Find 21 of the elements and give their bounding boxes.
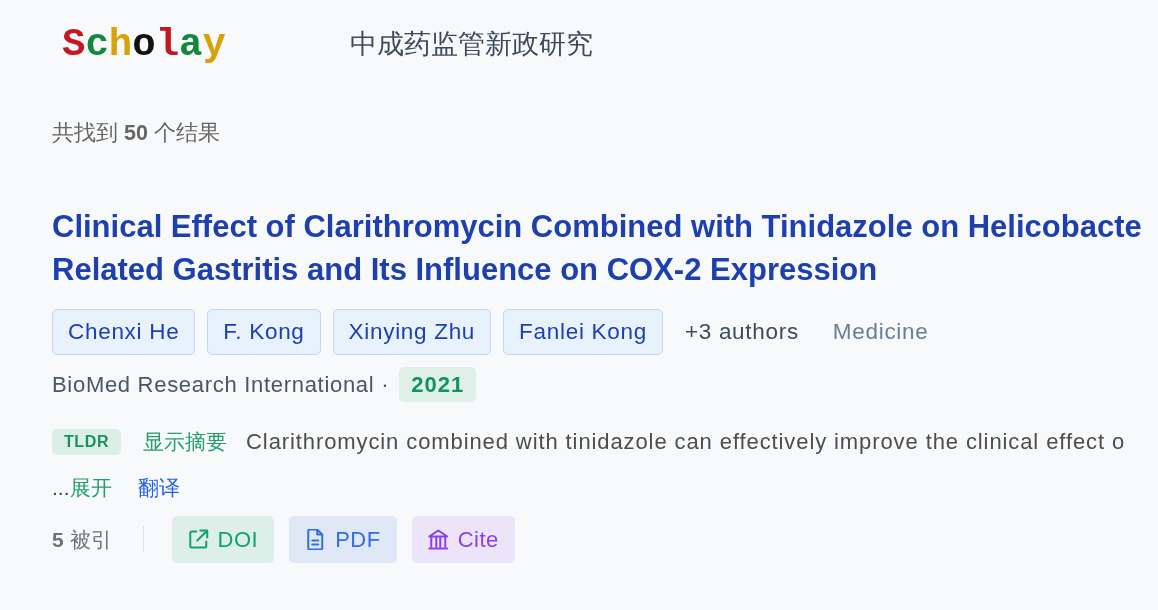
pdf-button[interactable]: PDF [289, 515, 397, 563]
year-badge: 2021 [399, 367, 477, 403]
paper-title[interactable]: Clinical Effect of Clarithromycin Combined with Tinidazole on Helicobacte Related Gastritis and Its Influence on COX-2 Expression [52, 205, 1142, 292]
bank-icon [427, 528, 449, 550]
citation-count: 5 被引 [52, 526, 112, 553]
tldr-badge: TLDR [52, 428, 122, 455]
logo[interactable]: Scholay [62, 25, 226, 65]
venue-text: BioMed Research International · [52, 371, 390, 400]
author-chip[interactable]: Xinying Zhu [332, 309, 492, 356]
search-query: 中成药监管新政研究 [349, 28, 593, 62]
external-link-icon [187, 528, 209, 550]
more-authors-link[interactable]: +3 authors [684, 315, 799, 350]
summary-text: Clarithromycin combined with tinidazole can effectively improve the clinical effect o [246, 428, 1126, 457]
result-count: 共找到 50 个结果 [52, 120, 220, 147]
cite-button[interactable]: Cite [411, 515, 515, 563]
author-chip[interactable]: F. Kong [207, 309, 321, 356]
field-label: Medicine [832, 318, 929, 347]
ellipsis-text: ... [52, 475, 70, 502]
author-chip[interactable]: Chenxi He [52, 309, 196, 356]
author-chip[interactable]: Fanlei Kong [503, 309, 663, 356]
translate-link[interactable]: 翻译 [137, 472, 180, 504]
